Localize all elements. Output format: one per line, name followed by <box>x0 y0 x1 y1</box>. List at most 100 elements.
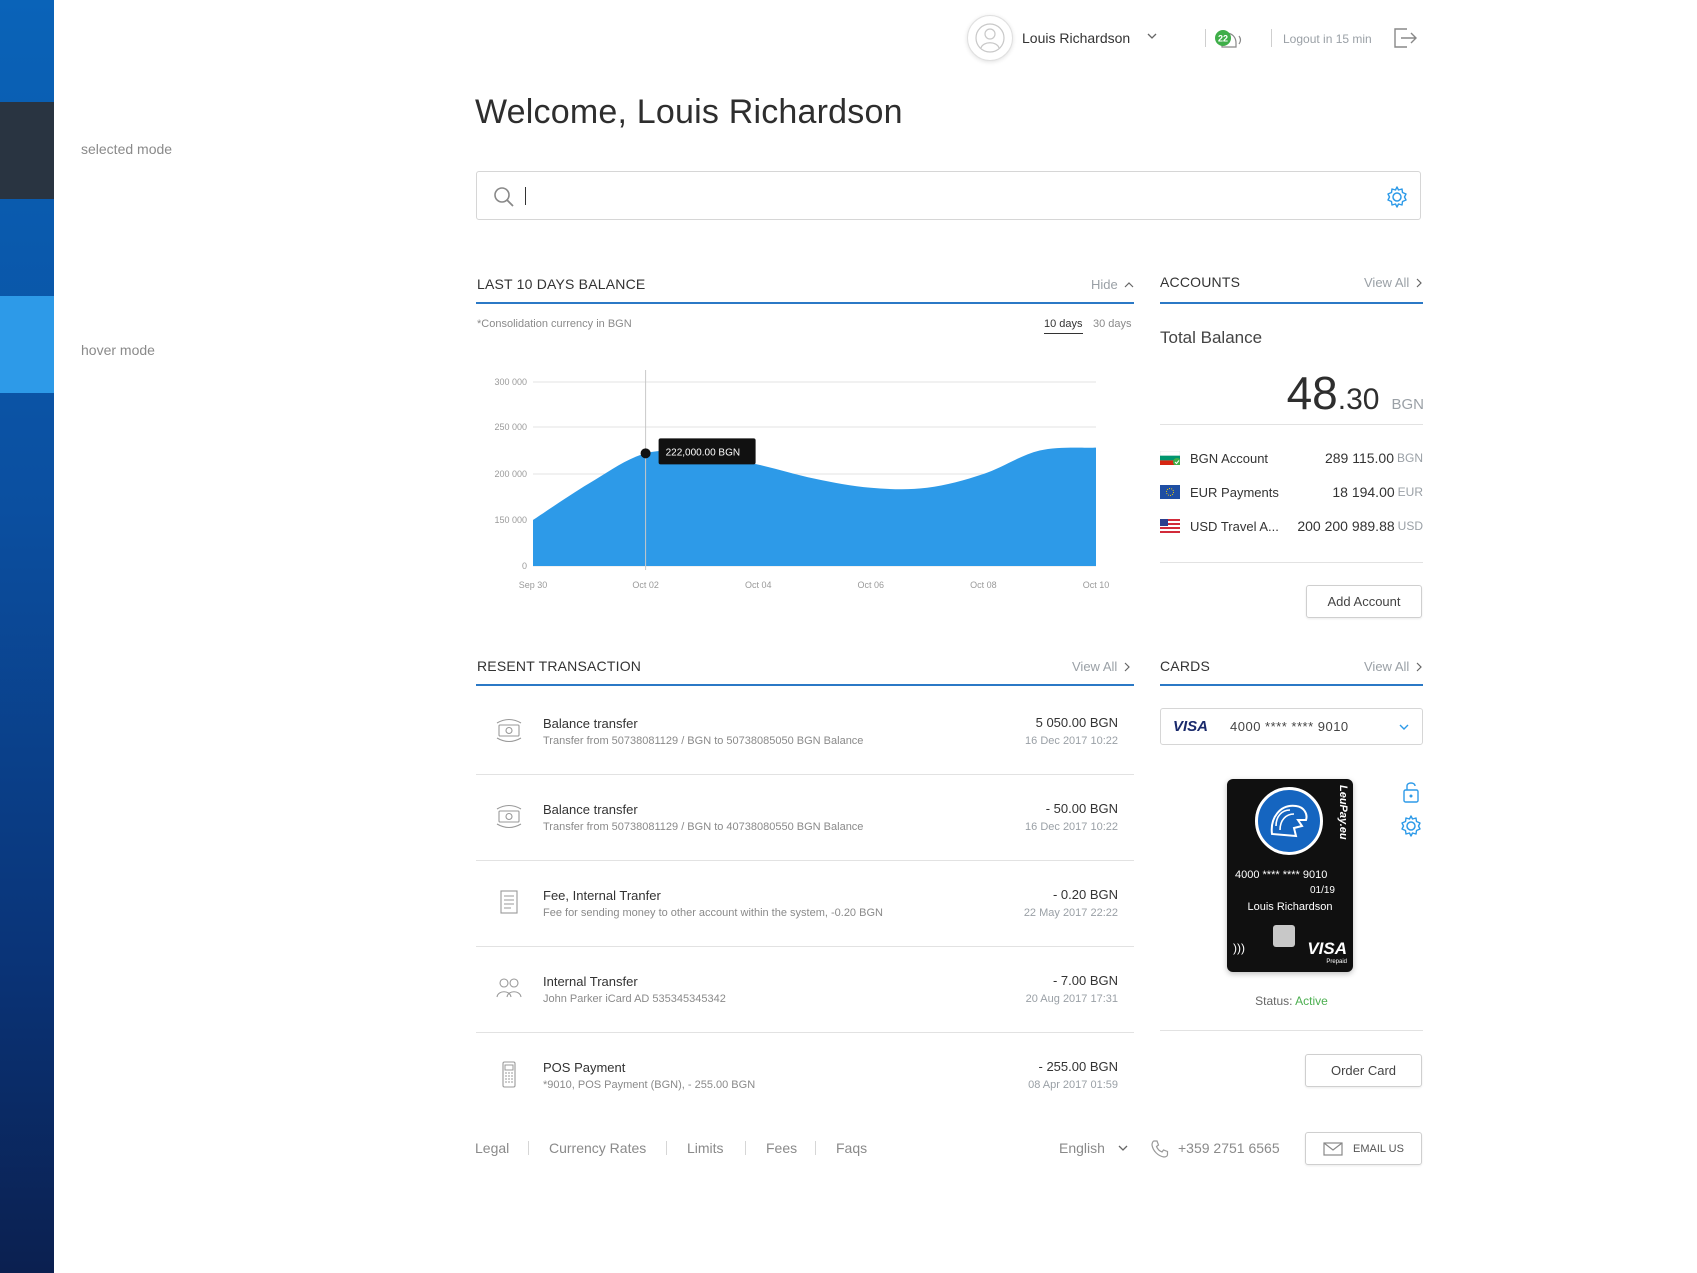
rail-item-selected[interactable] <box>0 102 54 199</box>
chevron-up-icon <box>1124 281 1134 287</box>
money-transfer-icon <box>496 804 522 829</box>
transaction-amount: - 0.20 BGN <box>1052 887 1118 902</box>
accounts-view-all-link[interactable]: View All <box>1364 275 1423 290</box>
section-underline <box>476 302 1134 304</box>
transaction-date: 08 Apr 2017 01:59 <box>1028 1079 1118 1091</box>
transaction-description: John Parker iCard AD 535345345342 <box>543 993 726 1005</box>
footer-separator <box>815 1141 816 1155</box>
chevron-down-icon[interactable] <box>1146 31 1158 41</box>
transaction-description: Transfer from 50738081129 / BGN to 40738… <box>543 821 864 833</box>
logout-timer: Logout in 15 min <box>1283 32 1372 46</box>
transaction-row[interactable]: Fee, Internal Tranfer Fee for sending mo… <box>476 861 1134 947</box>
search-bar <box>476 171 1421 220</box>
chip-icon <box>1273 925 1295 947</box>
transaction-title: Fee, Internal Tranfer <box>543 888 661 903</box>
transaction-row[interactable]: Balance transfer Transfer from 507380811… <box>476 689 1134 775</box>
account-amount: 18 194.00 <box>1332 484 1395 500</box>
notification-bell-icon[interactable]: 22 <box>1212 25 1248 55</box>
transaction-row[interactable]: Internal Transfer John Parker iCard AD 5… <box>476 947 1134 1033</box>
transaction-amount: 5 050.00 BGN <box>1035 715 1118 730</box>
user-icon <box>975 23 1005 53</box>
users-transfer-icon <box>496 978 522 998</box>
footer-link-legal[interactable]: Legal <box>475 1140 509 1156</box>
footer-link-fees[interactable]: Fees <box>766 1140 797 1156</box>
total-balance-currency: BGN <box>1391 396 1424 413</box>
x-tick-label: Sep 30 <box>519 580 548 590</box>
transaction-title: POS Payment <box>543 1060 626 1075</box>
email-us-button[interactable]: EMAIL US <box>1305 1132 1422 1165</box>
accounts-section-title: ACCOUNTS <box>1160 274 1241 290</box>
section-underline <box>1160 302 1423 304</box>
x-tick-label: Oct 10 <box>1083 580 1110 590</box>
footer-link-limits[interactable]: Limits <box>687 1140 724 1156</box>
account-row[interactable]: EUR Payments 18 194.00 EUR <box>1160 482 1423 502</box>
card-status-label: Status: <box>1255 994 1293 1008</box>
chevron-down-icon <box>1118 1145 1128 1151</box>
footer-link-currency-rates[interactable]: Currency Rates <box>549 1140 646 1156</box>
transaction-date: 20 Aug 2017 17:31 <box>1025 993 1118 1005</box>
x-tick-label: Oct 08 <box>970 580 997 590</box>
transaction-row[interactable]: POS Payment *9010, POS Payment (BGN), - … <box>476 1033 1134 1119</box>
transaction-title: Internal Transfer <box>543 974 638 989</box>
balance-area-series <box>533 447 1096 566</box>
lock-icon[interactable] <box>1400 780 1422 804</box>
card-network-subtitle: Prepaid <box>1326 959 1347 965</box>
contactless-icon: ))) <box>1233 941 1245 955</box>
range-tab-10-days[interactable]: 10 days <box>1044 318 1083 334</box>
transaction-row[interactable]: Balance transfer Transfer from 507380811… <box>476 775 1134 861</box>
logout-icon[interactable] <box>1391 26 1419 50</box>
page-title: Welcome, Louis Richardson <box>475 93 903 131</box>
transaction-amount: - 7.00 BGN <box>1052 973 1118 988</box>
gear-icon[interactable] <box>1385 185 1409 209</box>
transaction-title: Balance transfer <box>543 802 638 817</box>
search-input[interactable] <box>523 184 1343 208</box>
add-account-button[interactable]: Add Account <box>1306 585 1422 618</box>
document-icon <box>500 890 518 914</box>
rail-item-hover[interactable] <box>0 296 54 393</box>
hover-point <box>640 448 651 459</box>
visa-logo-icon: VISA <box>1173 718 1209 735</box>
footer-separator <box>528 1141 529 1155</box>
range-tab-30-days[interactable]: 30 days <box>1093 318 1132 330</box>
footer-link-faqs[interactable]: Faqs <box>836 1140 867 1156</box>
total-balance-decimal: .30 <box>1337 383 1380 416</box>
card-image[interactable]: LeuPay.eu 4000 **** **** 9010 01/19 Loui… <box>1227 779 1353 972</box>
transaction-description: Fee for sending money to other account w… <box>543 907 883 919</box>
view-all-label: View All <box>1364 275 1410 290</box>
cards-view-all-link[interactable]: View All <box>1364 659 1423 674</box>
selected-card-number: 4000 **** **** 9010 <box>1230 719 1349 734</box>
chevron-right-icon <box>1124 662 1131 671</box>
total-balance-amount: 48 .30 BGN <box>1287 366 1424 420</box>
account-row[interactable]: USD Travel A... 200 200 989.88 USD <box>1160 516 1423 536</box>
account-row[interactable]: BGN Account 289 115.00 BGN <box>1159 448 1423 468</box>
total-balance-integer: 48 <box>1286 367 1338 419</box>
footer-separator <box>745 1141 746 1155</box>
view-all-label: View All <box>1364 659 1410 674</box>
card-expiry: 01/19 <box>1309 885 1335 896</box>
lion-logo-icon <box>1255 787 1323 855</box>
avatar[interactable] <box>967 15 1013 61</box>
transactions-view-all-link[interactable]: View All <box>1072 659 1131 674</box>
balance-chart: 0 150 000 200 000 250 000 300 000 Sep 30 Oct 0… <box>494 370 1110 590</box>
card-settings-gear-icon[interactable] <box>1399 814 1423 838</box>
chevron-right-icon <box>1416 662 1423 671</box>
eu-flag-icon <box>1160 485 1180 499</box>
user-name[interactable]: Louis Richardson <box>1022 30 1130 46</box>
account-name: USD Travel A... <box>1190 518 1279 534</box>
account-name: EUR Payments <box>1190 484 1279 500</box>
header-separator <box>1271 29 1272 47</box>
account-amount: 200 200 989.88 <box>1297 518 1395 534</box>
money-transfer-icon <box>496 718 522 743</box>
transaction-title: Balance transfer <box>543 716 638 731</box>
card-selector[interactable]: VISA 4000 **** **** 9010 <box>1160 708 1423 745</box>
language-selector[interactable]: English <box>1059 1140 1129 1156</box>
card-status: Status: Active <box>1160 994 1423 1008</box>
balance-section-title: LAST 10 DAYS BALANCE <box>477 276 646 292</box>
hide-chart-button[interactable]: Hide <box>1091 277 1134 292</box>
section-underline <box>476 684 1134 686</box>
consolidation-note: *Consolidation currency in BGN <box>477 318 632 330</box>
x-tick-label: Oct 06 <box>858 580 885 590</box>
order-card-button[interactable]: Order Card <box>1305 1054 1422 1087</box>
support-phone[interactable]: +359 2751 6565 <box>1178 1140 1280 1156</box>
transaction-description: *9010, POS Payment (BGN), - 255.00 BGN <box>543 1079 756 1091</box>
